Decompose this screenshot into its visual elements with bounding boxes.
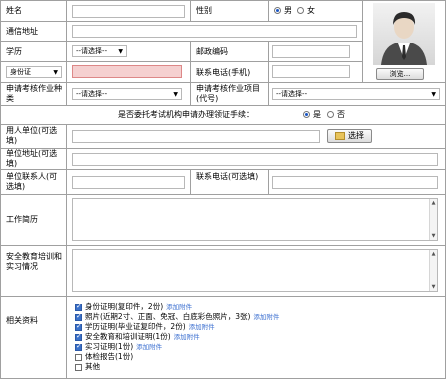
exam-item-select[interactable]: --请选择-- ▼ <box>272 88 440 100</box>
material-checkbox[interactable] <box>75 354 82 361</box>
chevron-down-icon: ▼ <box>53 69 58 76</box>
work-history-label: 工作简历 <box>6 215 38 224</box>
material-checkbox[interactable] <box>75 364 82 371</box>
browse-button[interactable]: 浏览... <box>376 68 424 80</box>
scroll-down-icon: ▼ <box>431 284 436 290</box>
chevron-down-icon: ▼ <box>431 91 436 98</box>
exam-type-label: 申请考核作业种类 <box>6 84 62 103</box>
gender-female-radio[interactable] <box>297 7 304 14</box>
scroll-down-icon: ▼ <box>431 233 436 239</box>
employer-label: 用人单位(可选填) <box>6 126 58 145</box>
chevron-down-icon: ▼ <box>118 48 123 55</box>
material-checkbox[interactable] <box>75 332 82 341</box>
exam-type-select[interactable]: --请选择-- ▼ <box>72 88 182 100</box>
scrollbar[interactable]: ▲ ▼ <box>429 250 437 291</box>
safety-edu-label: 安全教育培训和实习情况 <box>6 252 62 271</box>
avatar-placeholder <box>373 3 435 65</box>
work-history-textarea[interactable]: ▲ ▼ <box>72 198 438 241</box>
phone-label: 联系电话(手机) <box>196 68 251 77</box>
material-checkbox[interactable] <box>75 302 82 311</box>
gender-female-label: 女 <box>307 6 315 15</box>
entrust-question: 是否委托考试机构申请办理领证手续： <box>118 110 254 119</box>
registration-form: 姓名 性别 男 女 浏览... 通信地址 学历 --请选择-- ▼ 邮政编码 身份… <box>0 0 446 379</box>
material-checkbox[interactable] <box>75 342 82 351</box>
unit-contact-input[interactable] <box>72 176 185 189</box>
material-label: 体检报告(1份) <box>85 352 134 361</box>
education-select[interactable]: --请选择-- ▼ <box>72 45 127 57</box>
contact-phone-input[interactable] <box>272 176 438 189</box>
entrust-no-radio[interactable] <box>327 111 334 118</box>
folder-icon <box>335 131 345 140</box>
unit-contact-label: 单位联系人(可选填) <box>6 172 58 191</box>
employer-input[interactable] <box>72 130 320 143</box>
select-button-label: 选择 <box>348 131 364 140</box>
name-label: 姓名 <box>6 6 22 15</box>
material-checkbox[interactable] <box>75 312 82 321</box>
material-label: 学历证明(毕业证复印件，2份) <box>85 322 186 331</box>
chevron-down-icon: ▼ <box>173 91 178 98</box>
entrust-yes-radio[interactable] <box>303 111 310 118</box>
gender-label: 性别 <box>196 6 212 15</box>
address-input[interactable] <box>72 25 357 38</box>
id-number-input[interactable] <box>72 65 182 78</box>
id-type-select[interactable]: 身份证 ▼ <box>6 66 62 78</box>
gender-male-label: 男 <box>284 6 292 15</box>
material-label: 身份证明(复印件，2份) <box>85 302 164 311</box>
add-attachment-link[interactable]: 添加附件 <box>253 313 279 321</box>
scroll-up-icon: ▲ <box>431 200 436 206</box>
scrollbar[interactable]: ▲ ▼ <box>429 199 437 240</box>
postcode-input[interactable] <box>272 45 350 58</box>
select-employer-button[interactable]: 选择 <box>327 129 372 143</box>
add-attachment-link[interactable]: 添加附件 <box>189 323 215 331</box>
add-attachment-link[interactable]: 添加附件 <box>136 343 162 351</box>
exam-item-label: 申请考核作业项目(代号) <box>196 84 260 103</box>
unit-address-label: 单位地址(可选填) <box>6 149 58 168</box>
material-checkbox[interactable] <box>75 322 82 331</box>
scroll-up-icon: ▲ <box>431 251 436 257</box>
address-label: 通信地址 <box>6 27 38 36</box>
postcode-label: 邮政编码 <box>196 47 228 56</box>
contact-phone-label: 联系电话(可选填) <box>196 172 259 181</box>
materials-label: 相关资料 <box>6 316 38 325</box>
gender-male-radio[interactable] <box>274 7 281 14</box>
material-label: 照片(近期2寸、正面、免冠、白底彩色照片，3张) <box>85 312 251 321</box>
entrust-no-label: 否 <box>337 110 345 119</box>
material-label: 实习证明(1份) <box>85 342 134 351</box>
material-label: 其他 <box>85 362 100 371</box>
material-label: 安全教育和培训证明(1份) <box>85 332 171 341</box>
education-label: 学历 <box>6 47 22 56</box>
add-attachment-link[interactable]: 添加附件 <box>174 333 200 341</box>
name-input[interactable] <box>72 5 185 18</box>
phone-input[interactable] <box>272 65 350 78</box>
add-attachment-link[interactable]: 添加附件 <box>166 303 192 311</box>
unit-address-input[interactable] <box>72 153 438 166</box>
entrust-yes-label: 是 <box>313 110 321 119</box>
safety-edu-textarea[interactable]: ▲ ▼ <box>72 249 438 292</box>
